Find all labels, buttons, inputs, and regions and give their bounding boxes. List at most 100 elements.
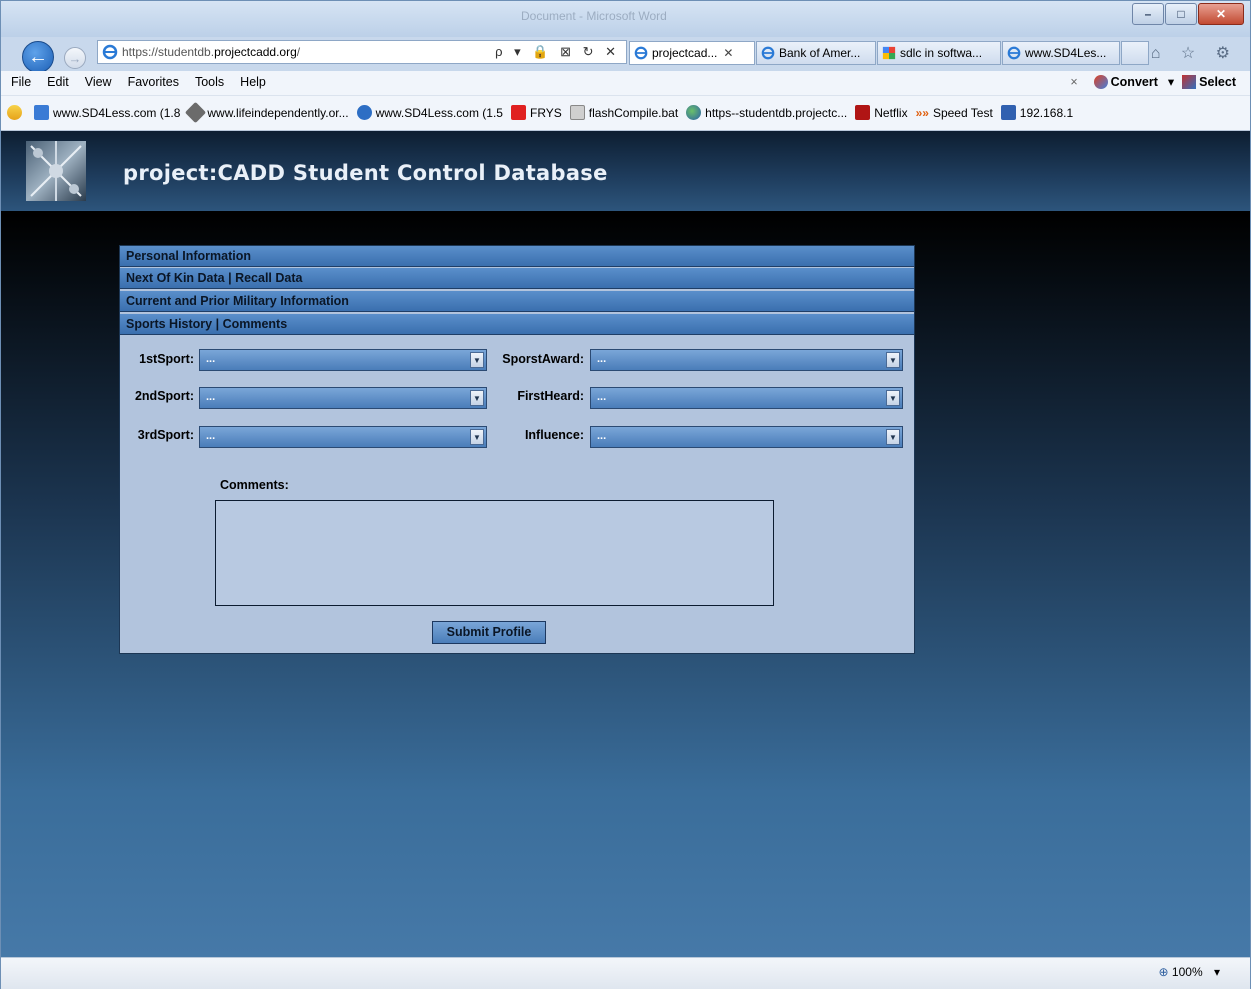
convert-dropdown-icon[interactable]: ▾	[1168, 74, 1174, 89]
minimize-button[interactable]: –	[1132, 3, 1164, 25]
page-content: project:CADD Student Control Database Pe…	[1, 131, 1250, 957]
favorite-icon	[34, 105, 49, 120]
sports-award-dropdown[interactable]: ... ▼	[590, 349, 903, 371]
convert-button[interactable]: Convert	[1111, 75, 1158, 89]
new-tab-button[interactable]	[1121, 41, 1149, 65]
menu-favorites[interactable]: Favorites	[128, 75, 179, 89]
favorite-item[interactable]: https--studentdb.projectc...	[686, 105, 847, 120]
maximize-button[interactable]: □	[1165, 3, 1197, 25]
chevron-down-icon: ▼	[886, 352, 900, 368]
sports-award-label: SporstAward:	[502, 352, 584, 366]
address-bar[interactable]: https://studentdb.projectcadd.org/ ρ ▾ 🔒…	[97, 40, 627, 64]
favorites-bar: www.SD4Less.com (1.8 www.lifeindependent…	[1, 96, 1250, 131]
home-favorites-tools-icons[interactable]: ⌂ ☆ ⚙	[1151, 43, 1238, 63]
dropdown-value: ...	[206, 391, 216, 403]
ie-tab-icon	[634, 46, 648, 60]
select-button[interactable]: Select	[1199, 75, 1236, 89]
tab-label: Bank of Amer...	[779, 46, 861, 60]
third-sport-label: 3rdSport:	[137, 428, 194, 442]
second-sport-label: 2ndSport:	[134, 389, 194, 403]
dropdown-value: ...	[597, 391, 607, 403]
section-personal-information[interactable]: Personal Information	[120, 246, 914, 267]
menu-tools[interactable]: Tools	[195, 75, 224, 89]
menu-view[interactable]: View	[85, 75, 112, 89]
magnifier-icon: ⊕	[1158, 965, 1169, 979]
favorites-star-icon[interactable]	[7, 105, 26, 120]
third-sport-dropdown[interactable]: ... ▼	[199, 426, 487, 448]
favorite-item[interactable]: www.SD4Less.com (1.8	[34, 105, 180, 120]
favorite-item[interactable]: www.lifeindependently.or...	[185, 101, 349, 124]
app-banner: project:CADD Student Control Database	[1, 131, 1250, 211]
influence-dropdown[interactable]: ... ▼	[590, 426, 903, 448]
forward-button[interactable]: →	[64, 47, 86, 69]
chevron-down-icon: ▼	[886, 390, 900, 406]
dropdown-value: ...	[597, 353, 607, 365]
dropdown-value: ...	[597, 430, 607, 442]
globe-icon	[686, 105, 702, 120]
favorite-item[interactable]: www.SD4Less.com (1.5	[356, 105, 503, 120]
tab-sd4less[interactable]: www.SD4Les...	[1002, 41, 1120, 65]
dropdown-value: ...	[206, 430, 216, 442]
window-title: Document - Microsoft Word	[521, 9, 667, 23]
favorite-icon	[185, 101, 207, 124]
section-sports-history[interactable]: Sports History | Comments	[120, 314, 914, 335]
chevron-down-icon: ▼	[470, 390, 484, 406]
window-controls: – □ ✕	[1131, 3, 1244, 25]
atomium-icon	[30, 141, 82, 201]
menu-file[interactable]: File	[11, 75, 31, 89]
frys-icon	[510, 105, 526, 120]
tab-label: projectcad...	[652, 46, 718, 60]
submit-profile-button[interactable]: Submit Profile	[432, 621, 546, 644]
title-bar[interactable]: Document - Microsoft Word – □ ✕	[1, 1, 1250, 37]
section-military-information[interactable]: Current and Prior Military Information	[120, 291, 914, 312]
zoom-level: 100%	[1171, 965, 1203, 979]
status-bar: ⊕ 100% ▾	[1, 957, 1250, 989]
first-heard-dropdown[interactable]: ... ▼	[590, 387, 903, 409]
favorite-item[interactable]: Speed Test	[933, 106, 993, 120]
app-title: project:CADD Student Control Database	[123, 161, 608, 185]
chevron-down-icon: ▼	[886, 429, 900, 445]
favorite-item[interactable]: Netflix	[855, 105, 908, 120]
tab-bank-of-america[interactable]: Bank of Amer...	[756, 41, 876, 65]
zoom-dropdown-icon: ▾	[1213, 965, 1220, 979]
back-button[interactable]: ←	[22, 41, 54, 73]
menu-help[interactable]: Help	[240, 75, 266, 89]
tab-projectcadd[interactable]: projectcad... ✕	[629, 41, 755, 65]
tab-label: www.SD4Les...	[1025, 46, 1107, 60]
menu-edit[interactable]: Edit	[47, 75, 69, 89]
profile-form-panel: Personal Information Next Of Kin Data | …	[119, 245, 915, 654]
tab-close-icon[interactable]: ✕	[723, 46, 733, 60]
convert-icon	[1093, 74, 1108, 89]
favorite-item[interactable]: FRYS	[510, 105, 562, 120]
zoom-control[interactable]: ⊕ 100% ▾	[1159, 965, 1220, 979]
network-icon	[1000, 105, 1016, 120]
ie-page-icon	[102, 44, 118, 60]
address-url: https://studentdb.projectcadd.org/	[122, 45, 301, 59]
first-sport-dropdown[interactable]: ... ▼	[199, 349, 487, 371]
ie-tab-icon	[1007, 46, 1021, 60]
favorite-item[interactable]: flashCompile.bat	[569, 105, 678, 120]
influence-label: Influence:	[524, 428, 584, 442]
section-next-of-kin[interactable]: Next Of Kin Data | Recall Data	[120, 268, 914, 289]
close-window-button[interactable]: ✕	[1198, 3, 1244, 25]
favorite-item[interactable]: 192.168.1	[1000, 105, 1073, 120]
first-heard-label: FirstHeard:	[517, 389, 584, 403]
favorites-more-icon[interactable]: »»	[916, 106, 929, 120]
comments-textarea[interactable]	[215, 500, 774, 606]
second-sport-dropdown[interactable]: ... ▼	[199, 387, 487, 409]
favorite-icon	[356, 105, 372, 120]
file-icon	[569, 105, 585, 120]
chevron-down-icon: ▼	[470, 429, 484, 445]
ie-tab-icon	[761, 46, 775, 60]
chevron-down-icon: ▼	[470, 352, 484, 368]
tab-sdlc[interactable]: sdlc in softwa...	[877, 41, 1001, 65]
menu-bar: File Edit View Favorites Tools Help × Co…	[1, 71, 1250, 96]
tab-label: sdlc in softwa...	[900, 46, 983, 60]
logo	[26, 141, 86, 201]
close-toolbar-icon[interactable]: ×	[1070, 75, 1077, 89]
address-tools-icons[interactable]: ρ ▾ 🔒 ⊠ ↻ ✕	[495, 44, 620, 60]
dropdown-value: ...	[206, 353, 216, 365]
netflix-icon	[855, 105, 871, 120]
navigation-bar: ← → https://studentdb.projectcadd.org/ ρ…	[1, 37, 1250, 73]
browser-window: Document - Microsoft Word – □ ✕ ← → http…	[0, 0, 1251, 989]
